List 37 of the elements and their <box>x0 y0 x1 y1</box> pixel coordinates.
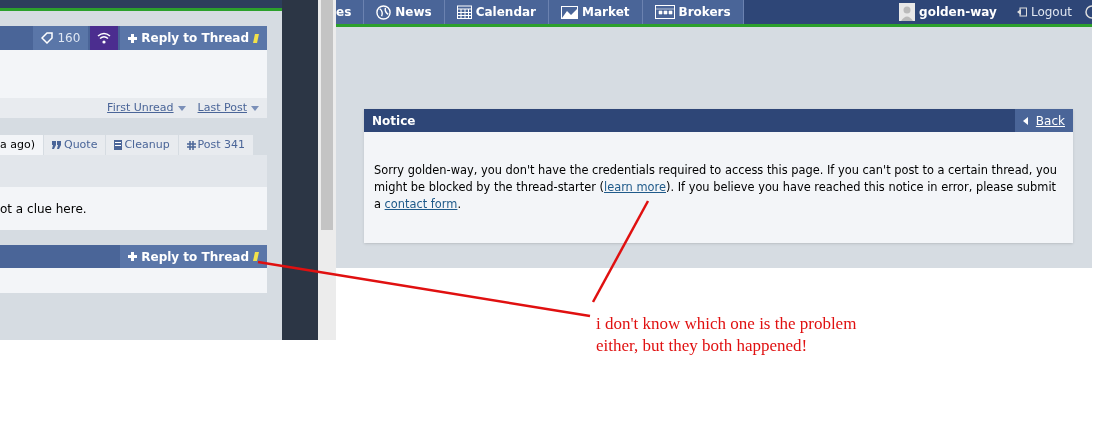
inline-link[interactable]: learn more <box>604 180 666 194</box>
tag-icon <box>41 32 54 44</box>
building-icon <box>654 5 675 19</box>
back-link[interactable]: Back <box>1014 109 1073 132</box>
post-link[interactable]: Post 341 <box>178 135 254 155</box>
tag-count: 160 <box>33 26 89 50</box>
notice-message: Sorry golden-way, you don't have the credentials required to access this page. If you can't post to a certain thread, you might be blocked by the thread-starter (learn more). If you believe you have reached this notice in error, please submit a contact form. <box>373 162 1058 213</box>
caret-icon <box>1022 116 1028 125</box>
caret-icon <box>251 105 259 111</box>
document-icon <box>114 140 123 150</box>
notice-title: Notice <box>371 112 416 130</box>
pencil-icon <box>253 33 259 43</box>
reply-to-thread-button[interactable]: Reply to Thread <box>120 245 267 268</box>
wifi-icon <box>97 32 112 44</box>
avatar-icon <box>899 3 916 21</box>
quote-link[interactable]: Quote <box>44 135 106 155</box>
plus-icon <box>128 33 138 43</box>
caret-icon <box>177 105 186 111</box>
globe-icon <box>376 4 392 20</box>
cleanup-link[interactable]: Cleanup <box>106 135 178 155</box>
hash-icon <box>186 140 196 150</box>
plus-icon <box>128 252 138 261</box>
chart-icon <box>561 5 578 19</box>
calendar-icon <box>456 5 472 19</box>
rss-button[interactable] <box>90 26 119 50</box>
quote-icon <box>52 141 62 149</box>
jump-link[interactable]: First Unread <box>107 99 186 117</box>
pencil-icon <box>253 252 259 261</box>
annotation-text: i don't know which one is the problem either, but they both happened! <box>596 313 857 357</box>
logout-link[interactable]: Logout <box>1004 0 1084 24</box>
reply-to-thread-button[interactable]: Reply to Thread <box>120 26 267 50</box>
post-date: a ago) <box>0 135 43 155</box>
user-menu[interactable]: golden-way <box>891 0 1005 24</box>
scrollbar-thumb[interactable] <box>321 0 333 230</box>
jump-link[interactable]: Last Post <box>197 99 259 117</box>
post-text: ot a clue here. <box>0 200 87 218</box>
logout-icon <box>1016 7 1027 17</box>
